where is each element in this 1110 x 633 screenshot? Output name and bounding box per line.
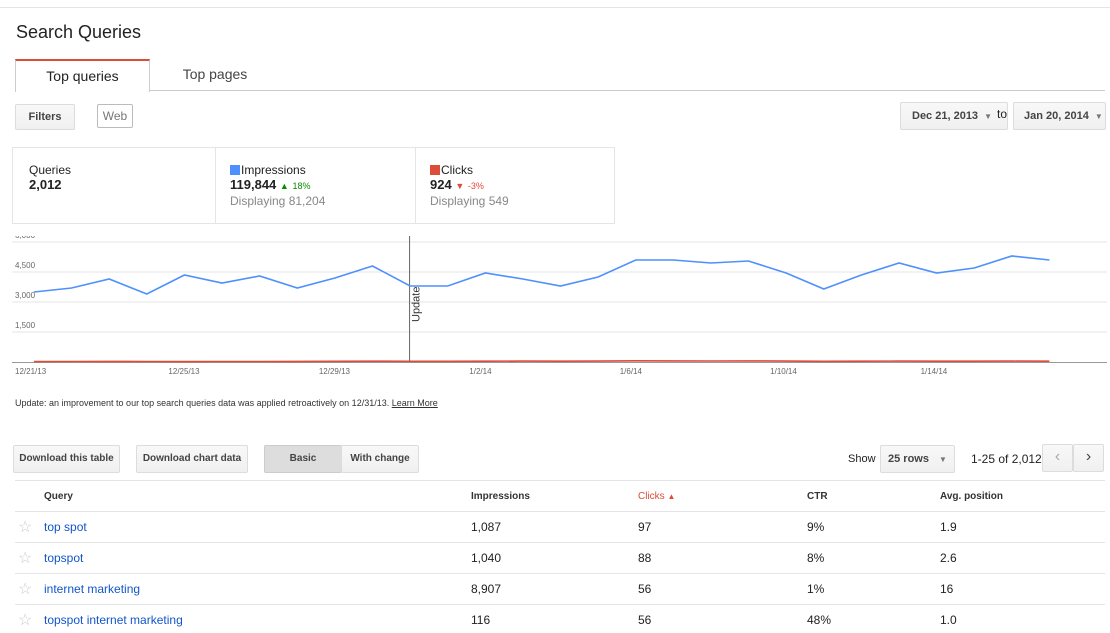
y-tick-label: 6,000	[15, 236, 36, 240]
stat-clicks-label: Clicks	[441, 163, 473, 177]
col-clicks-label: Clicks	[638, 491, 665, 502]
y-tick-label: 1,500	[15, 321, 36, 330]
chevron-down-icon: ▼	[938, 455, 947, 464]
avg-position-cell: 1.9	[940, 520, 957, 534]
sort-up-icon: ▲	[667, 492, 676, 501]
impressions-cell: 1,087	[471, 520, 502, 534]
query-link[interactable]: top spot	[44, 520, 87, 534]
filters-button[interactable]: Filters	[15, 104, 75, 130]
pagination-range: 1-25 of 2,012	[971, 452, 1042, 466]
stat-queries: Queries 2,012	[13, 148, 216, 223]
download-chart-button[interactable]: Download chart data	[136, 445, 248, 473]
tab-top-queries[interactable]: Top queries	[15, 59, 150, 92]
query-link[interactable]: internet marketing	[44, 582, 140, 596]
clicks-cell: 56	[638, 613, 652, 627]
col-impressions[interactable]: Impressions	[471, 491, 530, 502]
star-icon[interactable]: ☆	[18, 517, 32, 537]
y-tick-label: 3,000	[15, 291, 36, 300]
x-tick-label: 1/6/14	[620, 367, 643, 376]
stat-clicks-value: 924	[430, 177, 452, 192]
x-tick-label: 1/10/14	[770, 367, 797, 376]
x-tick-label: 12/25/13	[168, 367, 200, 376]
tabs-underline	[150, 90, 1105, 91]
annotation-label: Update	[411, 287, 423, 322]
ctr-cell: 9%	[807, 520, 825, 534]
start-date-label: Dec 21, 2013	[912, 110, 979, 122]
ctr-cell: 48%	[807, 613, 832, 627]
update-note: Update: an improvement to our top search…	[15, 398, 438, 408]
stats-panel: Queries 2,012 Impressions 119,844 ▲ 18% …	[12, 147, 615, 224]
rows-select[interactable]: 25 rows ▼	[880, 445, 955, 473]
col-clicks[interactable]: Clicks ▲	[638, 491, 675, 502]
query-link[interactable]: topspot internet marketing	[44, 613, 183, 627]
avg-position-cell: 16	[940, 582, 954, 596]
impressions-displaying: Displaying 81,204	[230, 194, 326, 208]
col-ctr[interactable]: CTR	[807, 491, 828, 502]
avg-position-cell: 1.0	[940, 613, 957, 627]
ctr-cell: 1%	[807, 582, 825, 596]
stat-queries-value: 2,012	[29, 177, 62, 192]
stat-impressions-value: 119,844	[230, 177, 277, 192]
ctr-cell: 8%	[807, 551, 825, 565]
impressions-cell: 116	[471, 613, 491, 627]
star-icon[interactable]: ☆	[18, 548, 32, 568]
update-note-text: Update: an improvement to our top search…	[15, 398, 390, 408]
chevron-left-icon: ‹	[1054, 448, 1061, 465]
clicks-displaying: Displaying 549	[430, 194, 509, 208]
x-tick-label: 12/21/13	[15, 367, 47, 376]
basic-toggle[interactable]: Basic	[264, 445, 342, 473]
clicks-cell: 88	[638, 551, 652, 565]
arrow-up-icon: ▲	[279, 181, 289, 191]
x-tick-label: 1/2/14	[469, 367, 492, 376]
impressions-cell: 8,907	[471, 582, 502, 596]
with-change-toggle[interactable]: With change	[341, 445, 419, 473]
chart-svg: 6,000 4,500 3,000 1,500 12/21/13 12/25/13 12/2…	[12, 231, 1107, 376]
star-icon[interactable]: ☆	[18, 610, 32, 630]
page-title: Search Queries	[16, 22, 142, 42]
stat-clicks[interactable]: Clicks 924 ▼ -3% Displaying 549	[415, 148, 615, 223]
series-line-impressions	[33, 255, 1050, 295]
impressions-clicks-chart: 6,000 4,500 3,000 1,500 12/21/13 12/25/13 12/2…	[12, 231, 1107, 386]
query-link[interactable]: topspot	[44, 551, 83, 565]
avg-position-cell: 2.6	[940, 551, 957, 565]
next-page-button[interactable]: ›	[1073, 444, 1104, 472]
clicks-swatch	[430, 165, 440, 175]
clicks-cell: 56	[638, 582, 652, 596]
x-tick-label: 1/14/14	[921, 367, 948, 376]
start-date-button[interactable]: Dec 21, 2013 ▼	[900, 102, 1008, 130]
chevron-down-icon: ▼	[1094, 112, 1103, 121]
web-filter-chip[interactable]: Web	[97, 104, 133, 128]
rows-select-value: 25 rows	[888, 453, 929, 465]
learn-more-link[interactable]: Learn More	[392, 398, 438, 408]
stat-queries-label: Queries	[29, 163, 72, 177]
star-icon[interactable]: ☆	[18, 579, 32, 599]
download-table-button[interactable]: Download this table	[13, 445, 120, 473]
clicks-change: -3%	[467, 181, 484, 191]
col-query[interactable]: Query	[44, 491, 73, 502]
end-date-button[interactable]: Jan 20, 2014 ▼	[1013, 102, 1106, 130]
tab-top-pages[interactable]: Top pages	[150, 59, 280, 90]
end-date-label: Jan 20, 2014	[1024, 110, 1089, 122]
y-tick-label: 4,500	[15, 261, 36, 270]
col-avg-position[interactable]: Avg. position	[940, 491, 1003, 502]
chevron-down-icon: ▼	[984, 112, 992, 121]
date-to-label: to	[996, 107, 1007, 121]
prev-page-button[interactable]: ‹	[1042, 444, 1073, 472]
chevron-right-icon: ›	[1085, 448, 1092, 465]
show-label: Show	[848, 453, 876, 465]
stat-impressions[interactable]: Impressions 119,844 ▲ 18% Displaying 81,…	[215, 148, 416, 223]
series-line-clicks	[33, 359, 1050, 363]
impressions-swatch	[230, 165, 240, 175]
arrow-down-icon: ▼	[455, 181, 465, 191]
stat-impressions-label: Impressions	[241, 163, 306, 177]
clicks-cell: 97	[638, 520, 652, 534]
top-divider	[0, 7, 1110, 8]
impressions-change: 18%	[292, 181, 311, 191]
x-tick-label: 12/29/13	[319, 367, 351, 376]
impressions-cell: 1,040	[471, 551, 502, 565]
